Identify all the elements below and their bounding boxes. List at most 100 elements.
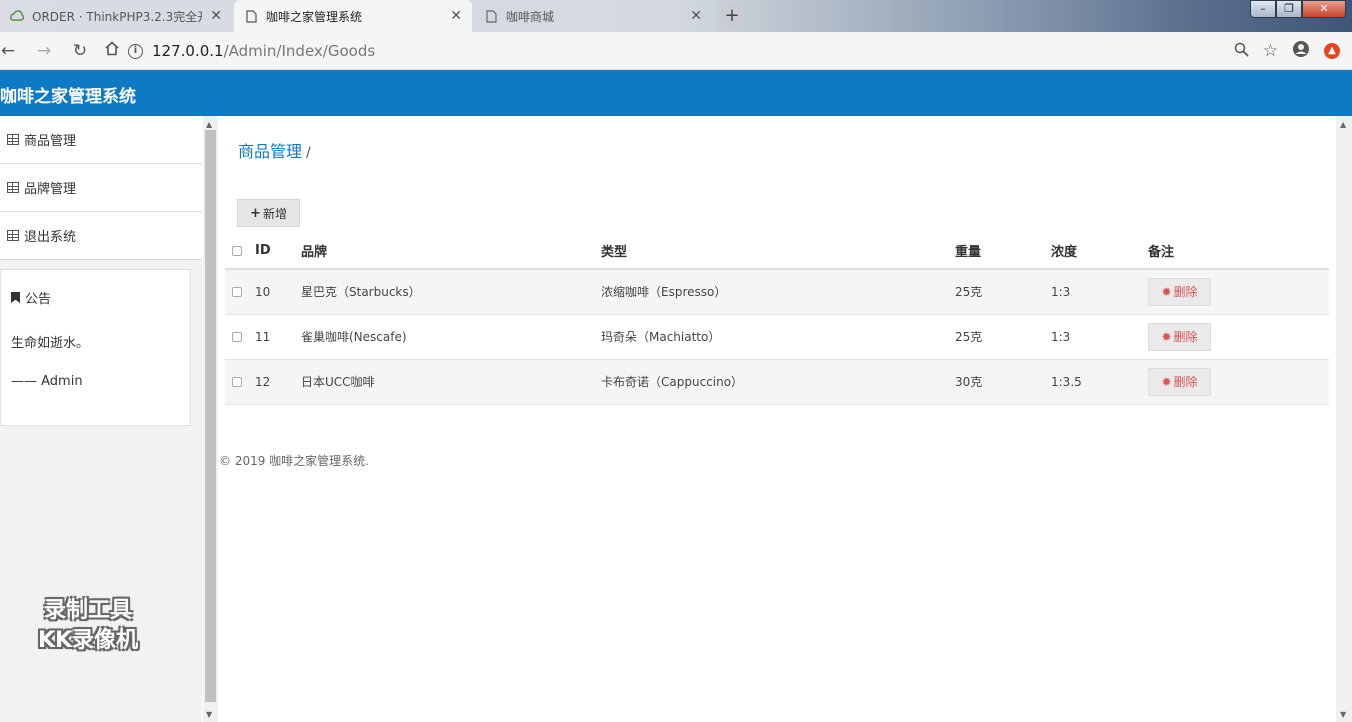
- restore-button[interactable]: ❐: [1276, 0, 1302, 18]
- delete-label: 删除: [1173, 285, 1198, 300]
- minimize-button[interactable]: –: [1250, 0, 1276, 18]
- cell-weight: 25克: [955, 314, 1051, 360]
- window-controls: – ❐ ✕: [1250, 0, 1346, 18]
- cell-strength: 1:3.5: [1051, 359, 1148, 405]
- gear-icon: ✹: [1161, 329, 1172, 344]
- star-icon[interactable]: ☆: [1263, 41, 1278, 61]
- reload-icon[interactable]: ↻: [64, 41, 96, 61]
- scrollbar-thumb[interactable]: [205, 130, 216, 702]
- extension-icon[interactable]: ▲: [1324, 43, 1340, 59]
- delete-button[interactable]: ✹ 删除: [1148, 367, 1211, 396]
- watermark-line: 录制工具: [43, 598, 132, 623]
- notice-signature: —— Admin: [11, 374, 83, 389]
- delete-button[interactable]: ✹ 删除: [1148, 277, 1211, 306]
- back-icon[interactable]: ←: [0, 41, 16, 61]
- row-checkbox[interactable]: [232, 377, 242, 387]
- home-icon[interactable]: [96, 40, 128, 61]
- cloud-icon: [10, 9, 24, 23]
- row-select-cell: [225, 268, 255, 315]
- table-row: 12 日本UCC咖啡 卡布奇诺（Cappuccino） 30克 1:3.5 ✹ 删…: [225, 359, 1329, 405]
- url-input[interactable]: i 127.0.0.1/Admin/Index/Goods: [128, 36, 1268, 66]
- browser-tab-bar: ORDER · ThinkPHP3.2.3完全开 ✕ 咖啡之家管理系统 ✕ 咖啡…: [0, 0, 1352, 32]
- row-checkbox[interactable]: [232, 287, 242, 298]
- cell-type: 玛奇朵（Machiatto）: [601, 314, 955, 360]
- profile-icon[interactable]: [1292, 40, 1310, 62]
- row-checkbox[interactable]: [232, 332, 242, 342]
- browser-tab-order[interactable]: ORDER · ThinkPHP3.2.3完全开 ✕: [0, 0, 232, 32]
- gear-icon: ✹: [1161, 374, 1172, 389]
- page-footer: © 2019 咖啡之家管理系统.: [219, 454, 369, 468]
- sidebar-item-label: 商品管理: [24, 134, 77, 149]
- close-icon[interactable]: ✕: [450, 8, 462, 24]
- plus-icon: +: [250, 205, 261, 221]
- sidebar-item-logout[interactable]: 退出系统: [0, 212, 202, 260]
- watermark-line: KK录像机: [37, 628, 139, 653]
- select-all-checkbox[interactable]: [232, 245, 242, 256]
- cell-strength: 1:3: [1051, 314, 1148, 360]
- table-header-row: ID 品牌 类型 重量 浓度 备注: [225, 233, 1329, 270]
- zoom-icon[interactable]: [1234, 42, 1249, 61]
- column-header-strength: 浓度: [1051, 233, 1148, 270]
- cell-id: 11: [255, 314, 301, 360]
- add-button[interactable]: + 新增: [237, 199, 300, 227]
- cell-brand: 日本UCC咖啡: [301, 359, 601, 405]
- cell-brand: 雀巢咖啡(Nescafe): [301, 314, 601, 360]
- table-row: 11 雀巢咖啡(Nescafe) 玛奇朵（Machiatto） 25克 1:3 …: [225, 314, 1329, 360]
- close-window-button[interactable]: ✕: [1302, 0, 1346, 18]
- delete-label: 删除: [1173, 330, 1198, 344]
- new-tab-button[interactable]: +: [720, 4, 744, 28]
- browser-tab-admin[interactable]: 咖啡之家管理系统 ✕: [234, 0, 472, 32]
- main-content: 商品管理 / + 新增 ID 品牌 类型 重量 浓度 备注 10 星巴克（Star…: [219, 116, 1336, 722]
- table-icon: [7, 182, 19, 193]
- sidebar-item-brands[interactable]: 品牌管理: [0, 164, 202, 212]
- breadcrumb: 商品管理 /: [238, 138, 311, 162]
- tab-title: 咖啡商城: [506, 9, 555, 24]
- column-header-weight: 重量: [955, 233, 1051, 270]
- select-all-cell: [225, 233, 255, 270]
- breadcrumb-current[interactable]: 商品管理: [238, 142, 302, 161]
- column-header-id: ID: [255, 233, 301, 270]
- sidebar-item-label: 品牌管理: [24, 182, 77, 197]
- column-header-brand: 品牌: [301, 233, 601, 270]
- notice-title: 公告: [25, 292, 52, 307]
- cell-actions: ✹ 删除: [1148, 268, 1329, 315]
- url-host: 127.0.0.1: [152, 42, 224, 60]
- app-title[interactable]: 咖啡之家管理系统: [0, 82, 136, 107]
- cell-id: 12: [255, 359, 301, 405]
- sidebar-scrollbar[interactable]: ▲ ▼: [203, 116, 218, 722]
- cell-weight: 30克: [955, 359, 1051, 405]
- scroll-down-icon[interactable]: ▼: [206, 710, 212, 719]
- delete-label: 删除: [1173, 375, 1198, 389]
- cell-weight: 25克: [955, 268, 1051, 315]
- cell-id: 10: [255, 268, 301, 315]
- browser-tab-shop[interactable]: 咖啡商城 ✕: [474, 0, 712, 32]
- column-header-type: 类型: [601, 233, 955, 270]
- table-icon: [7, 230, 19, 241]
- delete-button[interactable]: ✹ 删除: [1148, 322, 1211, 351]
- table-row: 10 星巴克（Starbucks） 浓缩咖啡（Espresso） 25克 1:3…: [225, 268, 1329, 315]
- forward-icon[interactable]: →: [28, 41, 60, 61]
- page-icon: [244, 9, 258, 23]
- main-scrollbar[interactable]: ▲ ▼: [1336, 116, 1352, 722]
- browser-toolbar: ← → ↻ i 127.0.0.1/Admin/Index/Goods ☆ ▲: [0, 32, 1352, 70]
- scroll-down-icon[interactable]: ▼: [1340, 710, 1346, 719]
- column-header-notes: 备注: [1148, 233, 1329, 270]
- info-icon[interactable]: i: [128, 43, 143, 59]
- close-icon[interactable]: ✕: [210, 8, 222, 24]
- url-path: /Admin/Index/Goods: [223, 42, 376, 60]
- cell-type: 卡布奇诺（Cappuccino）: [601, 359, 955, 405]
- goods-table: ID 品牌 类型 重量 浓度 备注 10 星巴克（Starbucks） 浓缩咖啡…: [225, 233, 1329, 405]
- sidebar-item-goods[interactable]: 商品管理: [0, 116, 202, 164]
- scroll-up-icon[interactable]: ▲: [206, 120, 212, 129]
- row-select-cell: [225, 314, 255, 360]
- row-select-cell: [225, 359, 255, 405]
- gear-icon: ✹: [1161, 284, 1172, 299]
- page-icon: [484, 9, 498, 23]
- bookmark-icon: [11, 292, 20, 303]
- cell-actions: ✹ 删除: [1148, 314, 1329, 360]
- scroll-up-icon[interactable]: ▲: [1340, 120, 1346, 129]
- notice-panel: 公告 生命如逝水。 —— Admin: [0, 269, 191, 426]
- recorder-watermark: 录制工具 KK录像机: [18, 596, 158, 656]
- cell-actions: ✹ 删除: [1148, 359, 1329, 405]
- close-icon[interactable]: ✕: [690, 8, 702, 24]
